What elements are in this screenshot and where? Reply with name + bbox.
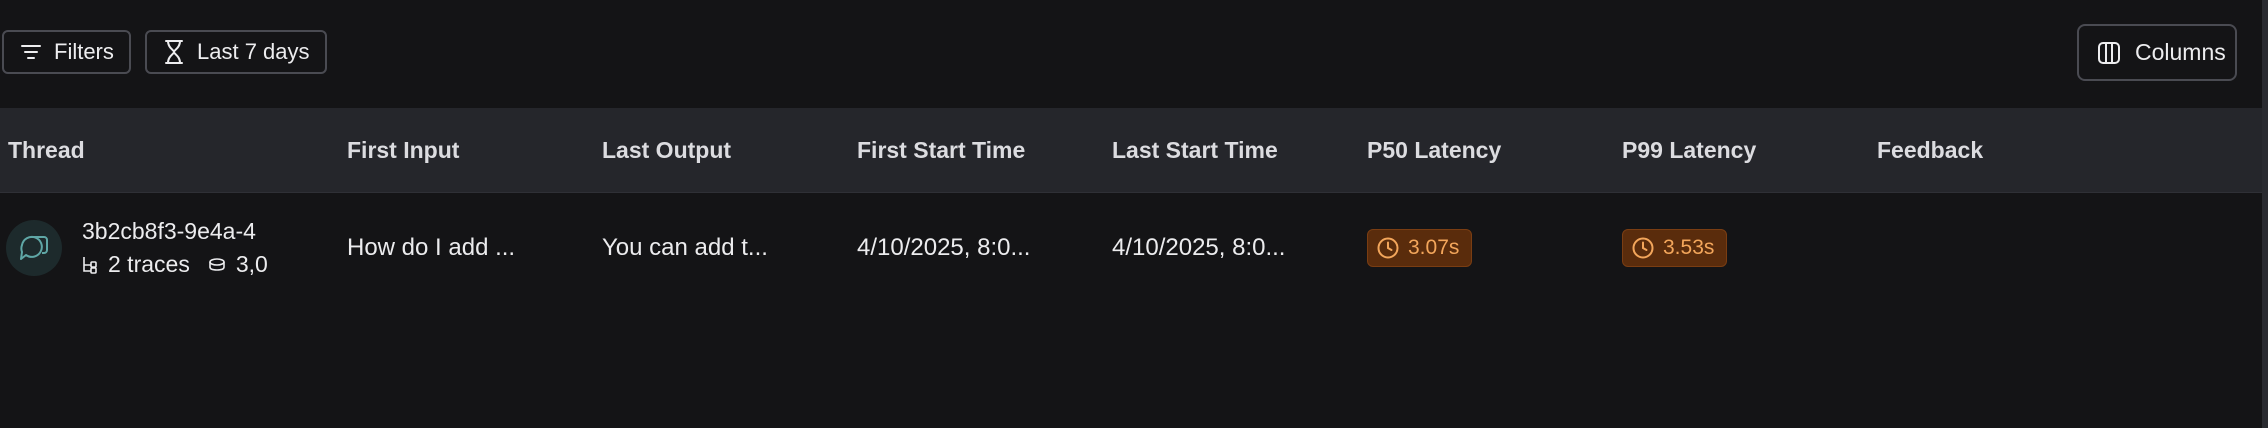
- column-header-p99-latency[interactable]: P99 Latency: [1622, 108, 1756, 192]
- columns-icon: [2097, 41, 2121, 65]
- p50-latency-cell: 3.07s: [1367, 193, 1473, 303]
- filters-button[interactable]: Filters: [2, 30, 131, 74]
- p99-latency-cell: 3.53s: [1622, 193, 1728, 303]
- hourglass-icon: [163, 39, 185, 65]
- thread-meta: 2 traces 3,0: [82, 251, 278, 278]
- clock-icon: [1377, 237, 1399, 259]
- thread-summary: 3b2cb8f3-9e4a-4 2 traces 3,0: [82, 218, 278, 278]
- thread-id: 3b2cb8f3-9e4a-4: [82, 218, 256, 244]
- table-header: Thread First Input Last Output First Sta…: [0, 108, 2262, 193]
- date-range-button[interactable]: Last 7 days: [145, 30, 327, 74]
- last-output-cell[interactable]: You can add t...: [602, 193, 768, 303]
- table-row[interactable]: 3b2cb8f3-9e4a-4 2 traces 3,0 How do I ad…: [0, 193, 2262, 303]
- p99-latency-value: 3.53s: [1663, 236, 1715, 259]
- scrollbar-track[interactable]: [2262, 0, 2268, 428]
- column-header-last-output[interactable]: Last Output: [602, 108, 731, 192]
- column-header-first-start-time[interactable]: First Start Time: [857, 108, 1025, 192]
- token-count: 3,0: [235, 251, 268, 277]
- column-header-p50-latency[interactable]: P50 Latency: [1367, 108, 1501, 192]
- columns-button[interactable]: Columns: [2077, 24, 2237, 81]
- date-range-label: Last 7 days: [197, 39, 310, 64]
- column-header-first-input[interactable]: First Input: [347, 108, 459, 192]
- coins-stack-icon: [208, 257, 226, 273]
- thread-cell[interactable]: 3b2cb8f3-9e4a-4 2 traces 3,0: [6, 193, 280, 303]
- p99-latency-badge: 3.53s: [1622, 229, 1728, 267]
- column-header-feedback[interactable]: Feedback: [1877, 108, 1983, 192]
- clock-icon: [1632, 237, 1654, 259]
- p50-latency-value: 3.07s: [1408, 236, 1460, 259]
- trace-count: 2 traces: [108, 251, 190, 277]
- last-start-time-cell: 4/10/2025, 8:0...: [1112, 234, 1286, 261]
- column-header-last-start-time[interactable]: Last Start Time: [1112, 108, 1278, 192]
- filters-label: Filters: [54, 39, 114, 64]
- trace-tree-icon: [82, 256, 98, 274]
- first-input-cell[interactable]: How do I add ...: [347, 193, 515, 303]
- column-header-thread[interactable]: Thread: [8, 108, 85, 192]
- p50-latency-badge: 3.07s: [1367, 229, 1473, 267]
- first-start-time-cell: 4/10/2025, 8:0...: [857, 234, 1031, 261]
- filter-lines-icon: [20, 41, 42, 63]
- toolbar: Filters Last 7 days Columns: [0, 0, 2262, 108]
- threads-page: Filters Last 7 days Columns Thread First…: [0, 0, 2268, 428]
- columns-label: Columns: [2135, 39, 2226, 65]
- chat-bubbles-icon: [6, 220, 62, 276]
